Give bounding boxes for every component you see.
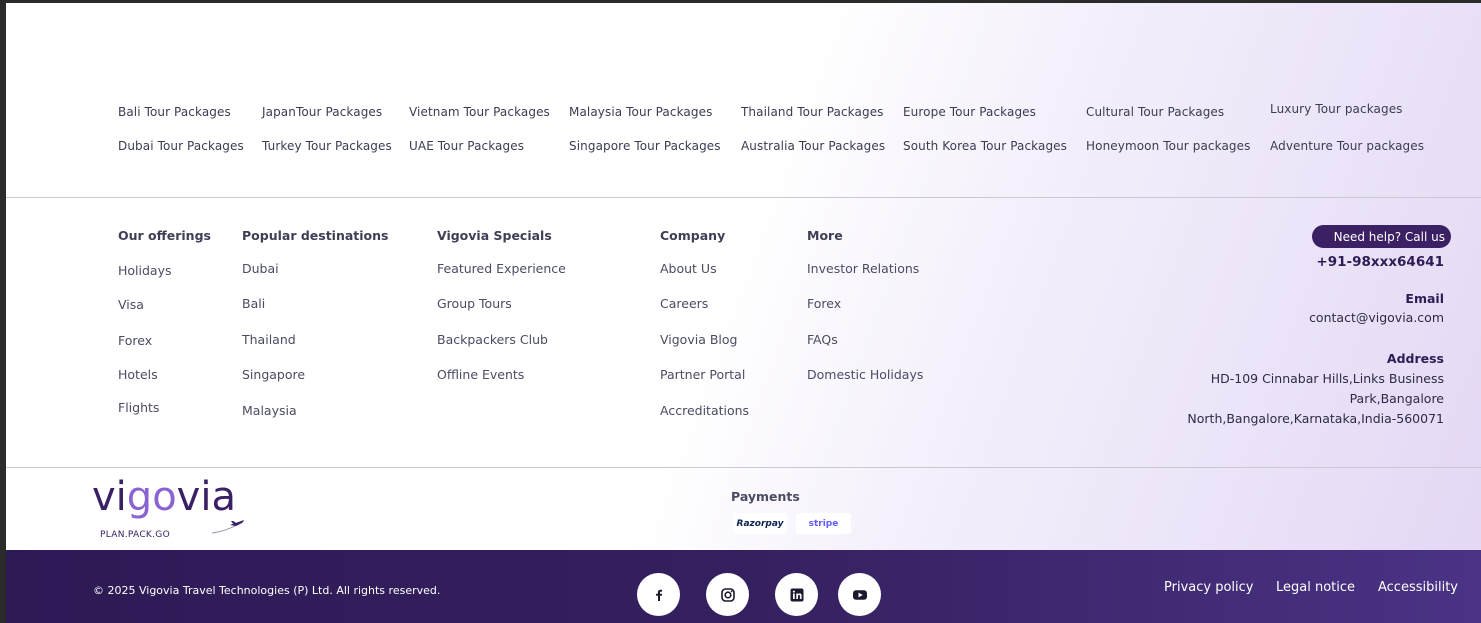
specials-item-featured[interactable]: Featured Experience (437, 261, 566, 276)
tour-link-cultural[interactable]: Cultural Tour Packages (1086, 105, 1224, 119)
specials-item-backpackers[interactable]: Backpackers Club (437, 332, 548, 347)
accessibility-link[interactable]: Accessibility (1378, 580, 1458, 595)
tour-link-australia[interactable]: Australia Tour Packages (741, 139, 885, 153)
company-item-about[interactable]: About Us (660, 261, 717, 276)
logo-tagline: PLAN.PACK.GO (100, 530, 170, 540)
logo-wordmark: vigovia (92, 474, 236, 520)
offerings-item-forex[interactable]: Forex (118, 333, 152, 348)
company-column: Company About Us Careers Vigovia Blog Pa… (660, 228, 749, 418)
help-pill[interactable]: Need help? Call us (1312, 225, 1451, 248)
offerings-heading: Our offerings (118, 228, 211, 243)
destinations-item-malaysia[interactable]: Malaysia (242, 403, 297, 418)
email-link[interactable]: contact@vigovia.com (1309, 310, 1444, 325)
divider-bottom (6, 467, 1481, 468)
destinations-heading: Popular destinations (242, 228, 389, 243)
copyright-text: © 2025 Vigovia Travel Technologies (P) L… (93, 584, 441, 597)
more-item-faqs[interactable]: FAQs (807, 332, 838, 347)
address-line-2: Park,Bangalore (1349, 391, 1444, 406)
legal-notice-link[interactable]: Legal notice (1276, 580, 1355, 595)
specials-column: Vigovia Specials Featured Experience Gro… (437, 228, 566, 382)
more-heading: More (807, 228, 843, 243)
offerings-item-holidays[interactable]: Holidays (118, 263, 172, 278)
facebook-icon (655, 589, 662, 601)
privacy-policy-link[interactable]: Privacy policy (1164, 580, 1253, 595)
destinations-item-bali[interactable]: Bali (242, 296, 265, 311)
youtube-button[interactable] (838, 573, 881, 616)
payments-label: Payments (731, 489, 800, 504)
email-label: Email (1405, 291, 1444, 306)
help-label: Need help? Call us (1333, 229, 1445, 244)
divider-top (6, 197, 1481, 198)
company-item-partner-portal[interactable]: Partner Portal (660, 367, 745, 382)
tour-link-adventure[interactable]: Adventure Tour packages (1270, 139, 1424, 153)
tour-link-turkey[interactable]: Turkey Tour Packages (262, 139, 392, 153)
tour-link-bali[interactable]: Bali Tour Packages (118, 105, 231, 119)
address-line-1: HD-109 Cinnabar Hills,Links Business (1210, 371, 1444, 386)
phone-number[interactable]: +91-98xxx64641 (1316, 254, 1444, 270)
vigovia-logo[interactable]: vigovia PLAN.PACK.GO (92, 474, 252, 546)
destinations-item-dubai[interactable]: Dubai (242, 261, 279, 276)
tour-link-malaysia[interactable]: Malaysia Tour Packages (569, 105, 712, 119)
facebook-button[interactable] (637, 573, 680, 616)
tour-link-europe[interactable]: Europe Tour Packages (903, 105, 1036, 119)
bottom-bar: © 2025 Vigovia Travel Technologies (P) L… (6, 550, 1481, 623)
more-item-domestic[interactable]: Domestic Holidays (807, 367, 923, 382)
airplane-icon (211, 520, 245, 534)
specials-item-offline-events[interactable]: Offline Events (437, 367, 524, 382)
linkedin-button[interactable] (775, 573, 818, 616)
address-line-3: North,Bangalore,Karnataka,India-560071 (1187, 411, 1444, 426)
company-item-careers[interactable]: Careers (660, 296, 708, 311)
offerings-item-hotels[interactable]: Hotels (118, 367, 158, 382)
company-heading: Company (660, 228, 726, 243)
offerings-column: Our offerings Holidays Visa Forex Hotels… (118, 228, 211, 415)
tour-link-vietnam[interactable]: Vietnam Tour Packages (409, 105, 550, 119)
company-item-accreditations[interactable]: Accreditations (660, 403, 749, 418)
destinations-item-thailand[interactable]: Thailand (242, 332, 296, 347)
footer-page: Bali Tour Packages JapanTour Packages Vi… (6, 3, 1481, 623)
tour-link-singapore[interactable]: Singapore Tour Packages (569, 139, 721, 153)
tour-link-japan[interactable]: JapanTour Packages (262, 105, 382, 119)
offerings-item-visa[interactable]: Visa (118, 297, 144, 312)
tour-link-uae[interactable]: UAE Tour Packages (409, 139, 524, 153)
stripe-logo-text: stripe (808, 518, 839, 529)
tour-link-south-korea[interactable]: South Korea Tour Packages (903, 139, 1067, 153)
razorpay-badge: Razorpay (733, 513, 787, 534)
offerings-item-flights[interactable]: Flights (118, 400, 159, 415)
company-item-blog[interactable]: Vigovia Blog (660, 332, 737, 347)
more-column: More Investor Relations Forex FAQs Domes… (807, 228, 923, 382)
instagram-icon (720, 587, 735, 602)
tour-link-thailand[interactable]: Thailand Tour Packages (741, 105, 884, 119)
instagram-button[interactable] (706, 573, 749, 616)
tour-link-luxury[interactable]: Luxury Tour packages (1270, 102, 1403, 116)
specials-heading: Vigovia Specials (437, 228, 552, 243)
destinations-item-singapore[interactable]: Singapore (242, 367, 305, 382)
youtube-icon (852, 589, 867, 600)
address-label: Address (1386, 351, 1444, 366)
tour-link-dubai[interactable]: Dubai Tour Packages (118, 139, 244, 153)
tour-link-honeymoon[interactable]: Honeymoon Tour packages (1086, 139, 1250, 153)
razorpay-logo-text: Razorpay (736, 518, 784, 529)
destinations-column: Popular destinations Dubai Bali Thailand… (242, 228, 389, 418)
specials-item-group-tours[interactable]: Group Tours (437, 296, 512, 311)
linkedin-icon (790, 588, 803, 601)
more-item-forex[interactable]: Forex (807, 296, 841, 311)
stripe-badge: stripe (796, 513, 851, 534)
more-item-investor[interactable]: Investor Relations (807, 261, 919, 276)
